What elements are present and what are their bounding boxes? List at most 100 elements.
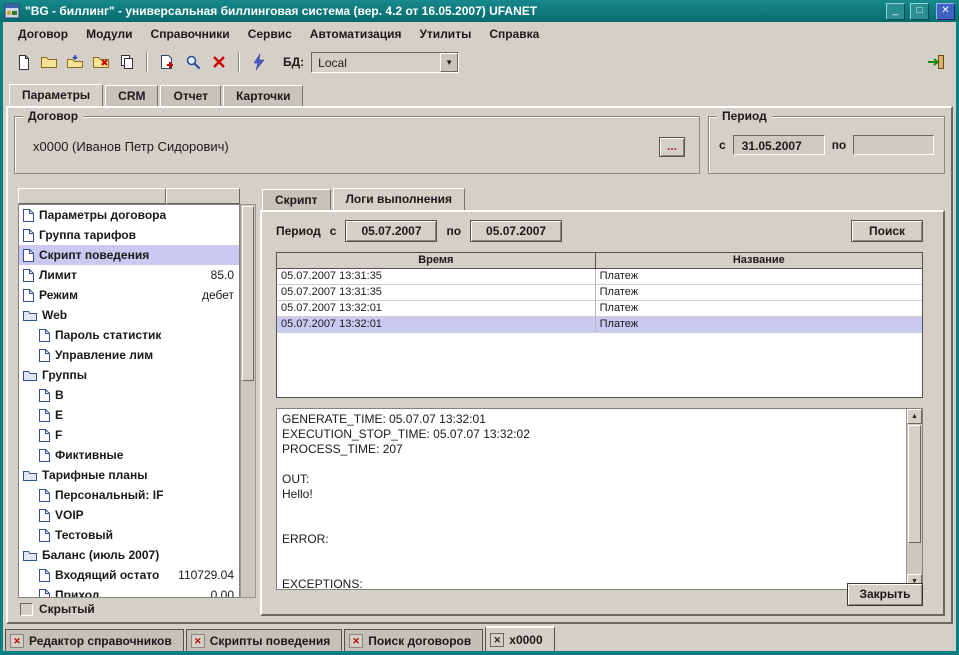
table-row-0[interactable]: 05.07.2007 13:31:35Платеж — [277, 269, 922, 285]
table-row-2[interactable]: 05.07.2007 13:32:01Платеж — [277, 301, 922, 317]
tree-item-1[interactable]: Группа тарифов — [19, 225, 239, 245]
chevron-down-icon[interactable]: ▼ — [440, 53, 458, 72]
main-tab-0[interactable]: Параметры — [9, 84, 103, 106]
tree-item-9[interactable]: B — [19, 385, 239, 405]
table-row-1[interactable]: 05.07.2007 13:31:35Платеж — [277, 285, 922, 301]
exit-icon[interactable] — [924, 50, 948, 74]
add-contract-icon[interactable] — [155, 50, 179, 74]
tree-item-6[interactable]: Пароль статистик — [19, 325, 239, 345]
tree-item-label: B — [55, 388, 64, 402]
log-table-body: 05.07.2007 13:31:35Платеж05.07.2007 13:3… — [277, 269, 922, 333]
menu-item-4[interactable]: Автоматизация — [301, 24, 411, 44]
tree-item-12[interactable]: Фиктивные — [19, 445, 239, 465]
tree-item-14[interactable]: Персональный: IF — [19, 485, 239, 505]
tree-item-2[interactable]: Скрипт поведения — [19, 245, 239, 265]
column-header-0[interactable]: Время — [277, 253, 596, 269]
script-tab-0[interactable]: Скрипт — [262, 189, 331, 210]
maximize-button[interactable]: □ — [910, 3, 929, 20]
import-folder-icon[interactable] — [63, 50, 87, 74]
search-button[interactable]: Поиск — [851, 220, 923, 242]
tree-item-5[interactable]: Web — [19, 305, 239, 325]
main-tab-3[interactable]: Карточки — [223, 85, 303, 106]
tree-item-17[interactable]: Баланс (июль 2007) — [19, 545, 239, 565]
contract-browse-button[interactable]: ... — [659, 137, 685, 157]
tree-item-18[interactable]: Входящий остато110729.04 — [19, 565, 239, 585]
filter-period-label: Период — [276, 224, 321, 238]
menu-item-3[interactable]: Сервис — [239, 24, 301, 44]
toolbar: БД: Local ▼ — [3, 46, 956, 78]
hidden-checkbox[interactable] — [20, 603, 33, 616]
period-from-label: с — [719, 138, 726, 152]
log-scrollbar-thumb[interactable] — [908, 425, 921, 543]
tree-item-19[interactable]: Приход 0.00 — [19, 585, 239, 598]
close-tab-icon[interactable]: ✕ — [349, 634, 363, 648]
tree-item-4[interactable]: Режимдебет — [19, 285, 239, 305]
minimize-button[interactable]: _ — [886, 3, 905, 20]
tree-item-10[interactable]: E — [19, 405, 239, 425]
run-script-icon[interactable] — [247, 50, 271, 74]
tree-scrollbar[interactable] — [240, 204, 256, 598]
filter-from-date[interactable]: 05.07.2007 — [345, 220, 437, 242]
tree-item-value: 110729.04 — [178, 568, 239, 582]
tree-item-11[interactable]: F — [19, 425, 239, 445]
tree-item-16[interactable]: Тестовый — [19, 525, 239, 545]
menu-item-6[interactable]: Справка — [480, 24, 548, 44]
tree-item-13[interactable]: Тарифные планы — [19, 465, 239, 485]
log-output: GENERATE_TIME: 05.07.07 13:32:01 EXECUTI… — [276, 408, 923, 590]
filter-to-date[interactable]: 05.07.2007 — [470, 220, 562, 242]
new-document-icon[interactable] — [11, 50, 35, 74]
script-tab-1[interactable]: Логи выполнения — [333, 188, 466, 210]
close-tab-icon[interactable]: ✕ — [10, 634, 24, 648]
tree-item-label: Пароль статистик — [55, 328, 161, 342]
bottom-tab-2[interactable]: ✕Поиск договоров — [344, 629, 483, 651]
scroll-up-icon[interactable]: ▲ — [907, 409, 922, 424]
tree-item-label: Приход — [55, 588, 100, 598]
log-scrollbar[interactable]: ▲ ▼ — [906, 409, 922, 589]
document-icon — [39, 409, 50, 422]
tree-item-15[interactable]: VOIP — [19, 505, 239, 525]
tree-item-value: 85.0 — [211, 268, 239, 282]
tree-item-label: Фиктивные — [55, 448, 123, 462]
tree-item-0[interactable]: Параметры договора — [19, 205, 239, 225]
close-button[interactable]: ✕ — [936, 3, 955, 20]
main-tab-2[interactable]: Отчет — [160, 85, 221, 106]
close-tab-icon[interactable]: ✕ — [490, 633, 504, 647]
period-to-field[interactable] — [853, 135, 934, 155]
delete-folder-icon[interactable] — [89, 50, 113, 74]
menu-item-2[interactable]: Справочники — [142, 24, 239, 44]
bottom-tab-1[interactable]: ✕Скрипты поведения — [186, 629, 342, 651]
db-select-value: Local — [312, 53, 440, 72]
cell-time: 05.07.2007 13:31:35 — [277, 269, 596, 285]
bottom-tab-label: Редактор справочников — [29, 634, 172, 648]
folder-icon — [23, 550, 37, 561]
period-group-title: Период — [717, 109, 772, 123]
search-contract-icon[interactable] — [181, 50, 205, 74]
close-tab-icon[interactable]: ✕ — [191, 634, 205, 648]
close-panel-button[interactable]: Закрыть — [847, 583, 923, 606]
open-folder-icon[interactable] — [37, 50, 61, 74]
tree-header — [18, 188, 256, 204]
main-tab-1[interactable]: CRM — [105, 85, 158, 106]
log-table: ВремяНазвание 05.07.2007 13:31:35Платеж0… — [276, 252, 923, 398]
column-header-1[interactable]: Название — [596, 253, 922, 269]
menu-item-1[interactable]: Модули — [77, 24, 141, 44]
tree-item-3[interactable]: Лимит85.0 — [19, 265, 239, 285]
tree-item-8[interactable]: Группы — [19, 365, 239, 385]
period-from-field[interactable]: 31.05.2007 — [733, 135, 825, 155]
bottom-tab-3[interactable]: ✕x0000 — [485, 626, 554, 651]
menu-item-0[interactable]: Договор — [9, 24, 77, 44]
db-select[interactable]: Local ▼ — [311, 52, 459, 73]
document-icon — [39, 349, 50, 362]
table-row-3[interactable]: 05.07.2007 13:32:01Платеж — [277, 317, 922, 333]
script-tab-content: Период с 05.07.2007 по 05.07.2007 Поиск … — [260, 210, 945, 616]
tree-item-7[interactable]: Управление лим — [19, 345, 239, 365]
tree-item-label: Управление лим — [55, 348, 153, 362]
tree-item-label: Web — [42, 308, 67, 322]
delete-contract-icon[interactable] — [207, 50, 231, 74]
menu-item-5[interactable]: Утилиты — [410, 24, 480, 44]
bottom-tab-0[interactable]: ✕ Редактор справочников — [5, 629, 184, 651]
tree-scrollbar-thumb[interactable] — [242, 206, 254, 381]
tree-item-value: 0.00 — [211, 588, 239, 598]
document-icon — [39, 449, 50, 462]
copy-icon[interactable] — [115, 50, 139, 74]
